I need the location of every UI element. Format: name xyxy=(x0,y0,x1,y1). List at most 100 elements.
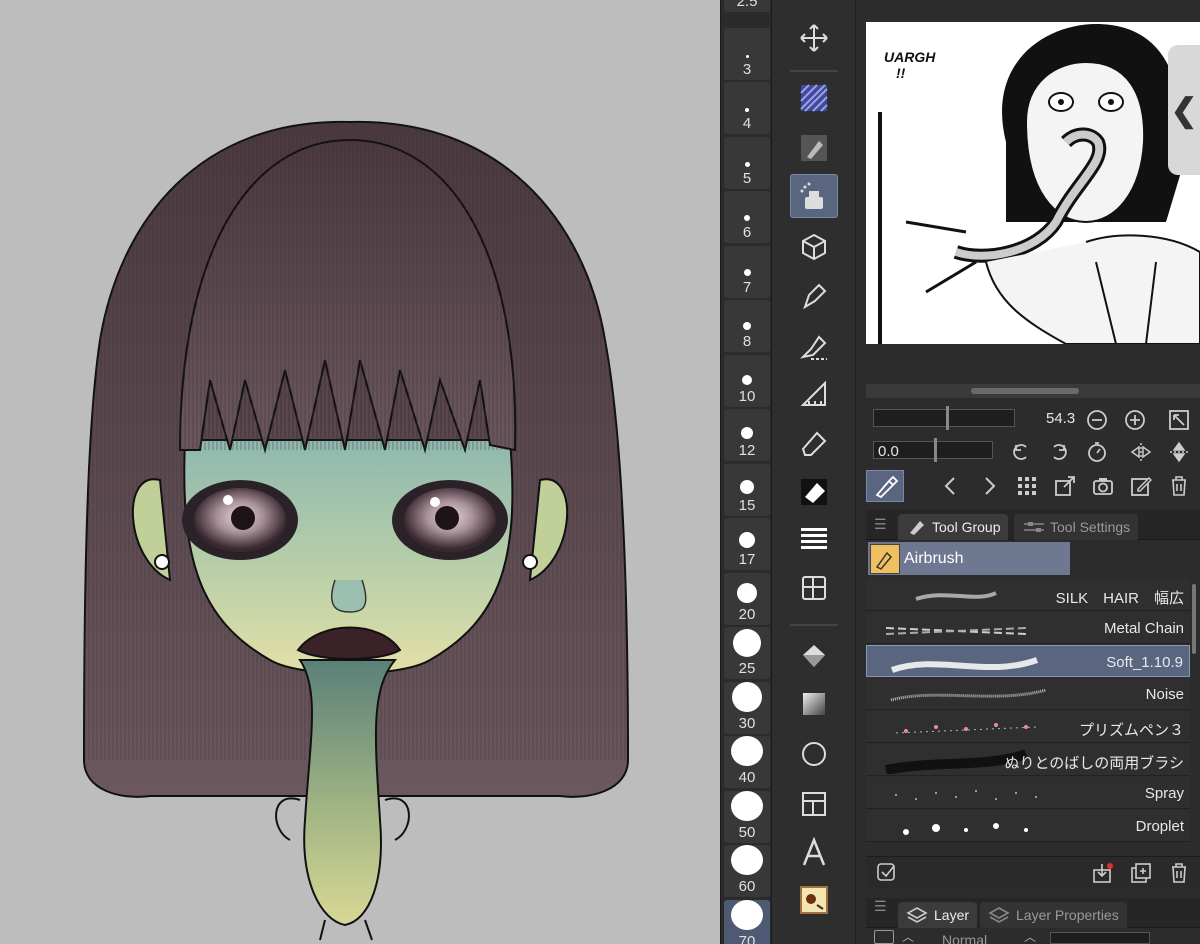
brush-size-dot xyxy=(742,375,752,385)
pen-icon[interactable] xyxy=(790,126,838,170)
rotate-left-icon[interactable] xyxy=(1008,439,1034,465)
brush-size-3[interactable]: 3 xyxy=(724,28,770,80)
brush-size-4[interactable]: 4 xyxy=(724,82,770,134)
panel-layout-icon[interactable] xyxy=(790,782,838,826)
brush-size-7[interactable]: 7 xyxy=(724,246,770,298)
eyedropper-button[interactable] xyxy=(866,470,904,502)
tool-panel-tabs: ☰ Tool Group Tool Settings xyxy=(866,510,1200,540)
delete-sub-tool-icon[interactable] xyxy=(1166,860,1192,886)
camera-icon[interactable] xyxy=(1090,473,1116,499)
navigator-preview[interactable]: UARGH !! xyxy=(866,22,1200,344)
next-icon[interactable] xyxy=(976,473,1002,499)
flip-horizontal-icon[interactable] xyxy=(1128,439,1154,465)
brush-size-40[interactable]: 40 xyxy=(724,736,770,788)
chevron-up-icon[interactable]: ︿ xyxy=(902,928,914,944)
figure-icon[interactable] xyxy=(790,732,838,776)
drawing-canvas[interactable] xyxy=(0,0,720,944)
selection-area-icon[interactable] xyxy=(790,76,838,120)
flip-vertical-icon[interactable] xyxy=(1166,439,1192,465)
brush-size-50[interactable]: 50 xyxy=(724,791,770,843)
brush-size-6[interactable]: 6 xyxy=(724,191,770,243)
airbrush-icon[interactable] xyxy=(790,174,838,218)
zoom-value: 54.3 xyxy=(1046,410,1076,427)
opacity-field[interactable] xyxy=(1050,932,1150,944)
move-icon[interactable] xyxy=(790,16,838,60)
brush-size-label: 20 xyxy=(738,606,756,623)
tab-layer-properties-label: Layer Properties xyxy=(1016,907,1119,923)
brush-size-dot xyxy=(737,583,757,603)
import-sub-tool-icon[interactable] xyxy=(1090,860,1116,886)
brush-size-10[interactable]: 10 xyxy=(724,355,770,407)
tab-tool-settings[interactable]: Tool Settings xyxy=(1014,514,1139,540)
brush-size-20[interactable]: 20 xyxy=(724,573,770,625)
delete-icon[interactable] xyxy=(1166,473,1192,499)
new-window-icon[interactable] xyxy=(1052,473,1078,499)
brush-item[interactable]: Spray xyxy=(866,777,1190,809)
frame-border-icon[interactable] xyxy=(790,566,838,610)
rotate-slider-knob[interactable] xyxy=(934,438,937,462)
navigator-scrollbar[interactable] xyxy=(866,384,1200,398)
reset-rotation-icon[interactable] xyxy=(1084,439,1110,465)
duplicate-sub-tool-icon[interactable] xyxy=(1128,860,1154,886)
brush-item[interactable]: プリズムペン３ xyxy=(866,711,1190,743)
previous-icon[interactable] xyxy=(938,473,964,499)
current-tool-group-label: Airbrush xyxy=(904,549,964,567)
fill-icon[interactable] xyxy=(790,470,838,514)
brush-list: SILK HAIR 幅広 Metal Chain Soft_1.10.9 Noise プ… xyxy=(866,579,1190,854)
rotate-right-icon[interactable] xyxy=(1046,439,1072,465)
current-tool-group[interactable]: Airbrush xyxy=(868,542,1070,575)
tab-tool-group[interactable]: Tool Group xyxy=(898,514,1009,540)
brush-size-label: 12 xyxy=(738,442,756,459)
clip-studio-window: 2.5 3 4 5 6 7 8 10 12 15 17 20 25 30 40 50 60 70 xyxy=(0,0,1200,944)
zoom-slider-knob[interactable] xyxy=(946,406,949,430)
panel-menu-icon[interactable]: ☰ xyxy=(874,516,887,533)
brush-item[interactable]: SILK HAIR 幅広 xyxy=(866,579,1190,611)
brush-size-2-5[interactable]: 2.5 xyxy=(724,0,770,12)
gradient-icon[interactable] xyxy=(790,518,838,562)
blend-mode-chevron-icon[interactable]: ︿ xyxy=(1024,928,1036,944)
brush-size-8[interactable]: 8 xyxy=(724,300,770,352)
brush-item[interactable]: Metal Chain xyxy=(866,612,1190,644)
zoom-in-icon[interactable] xyxy=(1122,407,1148,433)
brush-item[interactable]: Droplet xyxy=(866,810,1190,842)
brush-list-scrollbar[interactable] xyxy=(1192,584,1196,654)
brush-item[interactable]: ぬりとのばしの両用ブラシ xyxy=(866,744,1190,776)
fit-to-window-icon[interactable] xyxy=(1166,407,1192,433)
sub-tool-settings-icon[interactable] xyxy=(874,860,900,886)
gradient-fill-icon[interactable] xyxy=(790,682,838,726)
blend-mode-select[interactable]: Normal xyxy=(942,932,987,944)
brush-size-60[interactable]: 60 xyxy=(724,845,770,897)
edit-icon[interactable] xyxy=(1128,473,1154,499)
decoration-icon[interactable] xyxy=(790,274,838,318)
brush-size-dot xyxy=(731,736,763,766)
layer-color-swatch[interactable] xyxy=(874,930,894,944)
layer-panel-menu-icon[interactable]: ☰ xyxy=(874,898,887,915)
3d-cube-icon[interactable] xyxy=(790,224,838,268)
brush-item[interactable]: Soft_1.10.9 xyxy=(866,645,1190,677)
brush-size-dot xyxy=(739,532,755,548)
eraser-icon[interactable] xyxy=(790,420,838,464)
brush-size-15[interactable]: 15 xyxy=(724,464,770,516)
collapse-panel-tab[interactable]: ❮ xyxy=(1168,45,1200,175)
text-icon[interactable] xyxy=(790,830,838,874)
brush-size-dot xyxy=(743,269,751,276)
brush-size-30[interactable]: 30 xyxy=(724,682,770,734)
fill-bucket-icon[interactable] xyxy=(790,634,838,678)
scrollbar-thumb[interactable] xyxy=(971,388,1079,394)
tab-layer-properties[interactable]: Layer Properties xyxy=(980,902,1127,928)
correct-line-icon[interactable] xyxy=(790,324,838,368)
zoom-slider[interactable] xyxy=(873,406,1015,430)
brush-size-17[interactable]: 17 xyxy=(724,518,770,570)
brush-size-12[interactable]: 12 xyxy=(724,409,770,461)
brush-item-label: Soft_1.10.9 xyxy=(1106,654,1183,671)
brush-size-70[interactable]: 70 xyxy=(724,900,770,944)
brush-size-dot xyxy=(733,629,761,657)
ruler-icon[interactable] xyxy=(790,372,838,416)
brush-size-5[interactable]: 5 xyxy=(724,137,770,189)
tab-layer[interactable]: Layer xyxy=(898,902,978,928)
grid-menu-icon[interactable] xyxy=(1014,473,1040,499)
brush-size-25[interactable]: 25 xyxy=(724,627,770,679)
balloon-icon[interactable] xyxy=(790,878,838,922)
zoom-out-icon[interactable] xyxy=(1084,407,1110,433)
brush-item[interactable]: Noise xyxy=(866,678,1190,710)
